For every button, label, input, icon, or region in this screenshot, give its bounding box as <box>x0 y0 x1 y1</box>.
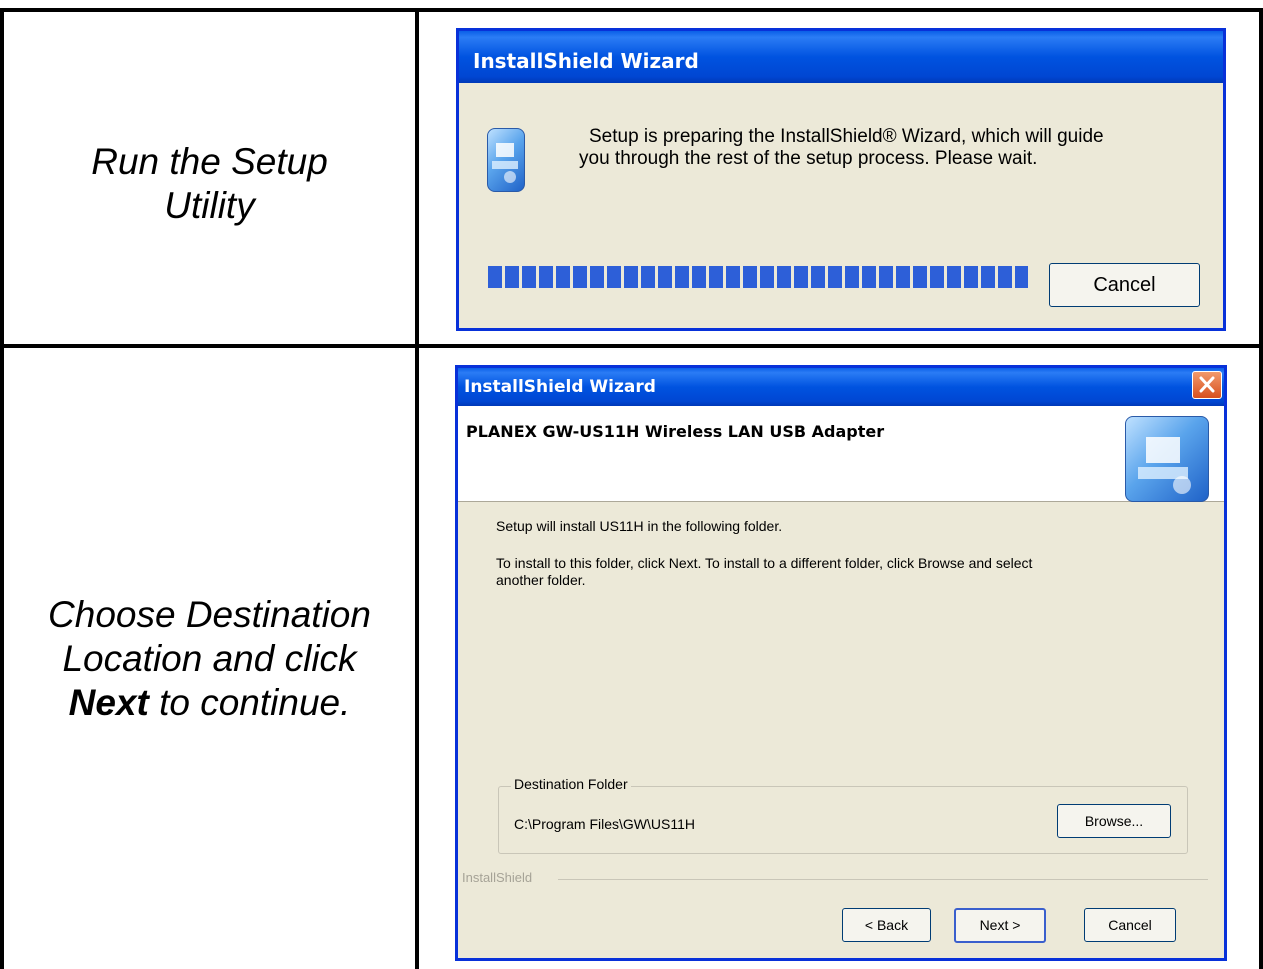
table-row-divider <box>0 344 1263 348</box>
dialog-title: InstallShield Wizard <box>473 49 699 73</box>
dialog-titlebar: InstallShield Wizard <box>459 31 1223 83</box>
brand-divider <box>558 879 1208 880</box>
table-column-divider <box>415 8 419 969</box>
header-title: PLANEX GW-US11H Wireless LAN USB Adapter <box>466 422 885 441</box>
installshield-brand: InstallShield <box>462 870 533 885</box>
row1-caption: Run the Setup Utility <box>4 140 415 228</box>
dialog-message-line2: you through the rest of the setup proces… <box>579 148 1038 169</box>
dialog-message-line1: Setup is preparing the InstallShield® Wi… <box>589 126 1104 147</box>
row2-caption: Choose Destination Location and click Ne… <box>4 593 415 725</box>
progress-bar <box>488 266 1028 288</box>
group-label: Destination Folder <box>511 776 631 792</box>
folder-path: C:\Program Files\GW\US11H <box>514 816 695 832</box>
next-button[interactable]: Next > <box>954 908 1046 943</box>
back-button[interactable]: < Back <box>842 908 931 942</box>
preparing-setup-dialog: InstallShield Wizard Setup is preparing … <box>456 28 1226 331</box>
browse-button[interactable]: Browse... <box>1057 804 1171 838</box>
progress-fill <box>488 266 1028 288</box>
row1-caption-line2: Utility <box>164 185 255 226</box>
dialog-title: InstallShield Wizard <box>464 377 656 397</box>
row1-caption-line1: Run the Setup <box>91 141 328 182</box>
close-icon[interactable] <box>1192 371 1222 399</box>
dialog-titlebar: InstallShield Wizard <box>458 368 1224 406</box>
table-border-top <box>0 8 1263 12</box>
next-emphasis: Next <box>68 682 149 723</box>
row2-caption-line3: Next to continue. <box>68 682 351 723</box>
body-line-2: To install to this folder, click Next. T… <box>496 555 1033 588</box>
setup-computer-icon <box>487 128 525 192</box>
setup-computer-icon <box>1125 416 1209 502</box>
body-line-1: Setup will install US11H in the followin… <box>496 518 783 534</box>
row2-caption-line2: Location and click <box>62 638 357 679</box>
destination-dialog: InstallShield Wizard PLANEX GW-US11H Wir… <box>455 365 1227 961</box>
dialog-message: Setup is preparing the InstallShield® Wi… <box>579 126 1104 170</box>
table-border-right <box>1259 8 1263 969</box>
row2-caption-line1: Choose Destination <box>48 594 371 635</box>
dialog-header-panel: PLANEX GW-US11H Wireless LAN USB Adapter <box>458 406 1224 502</box>
cancel-button[interactable]: Cancel <box>1049 263 1200 307</box>
cancel-button[interactable]: Cancel <box>1084 908 1176 942</box>
